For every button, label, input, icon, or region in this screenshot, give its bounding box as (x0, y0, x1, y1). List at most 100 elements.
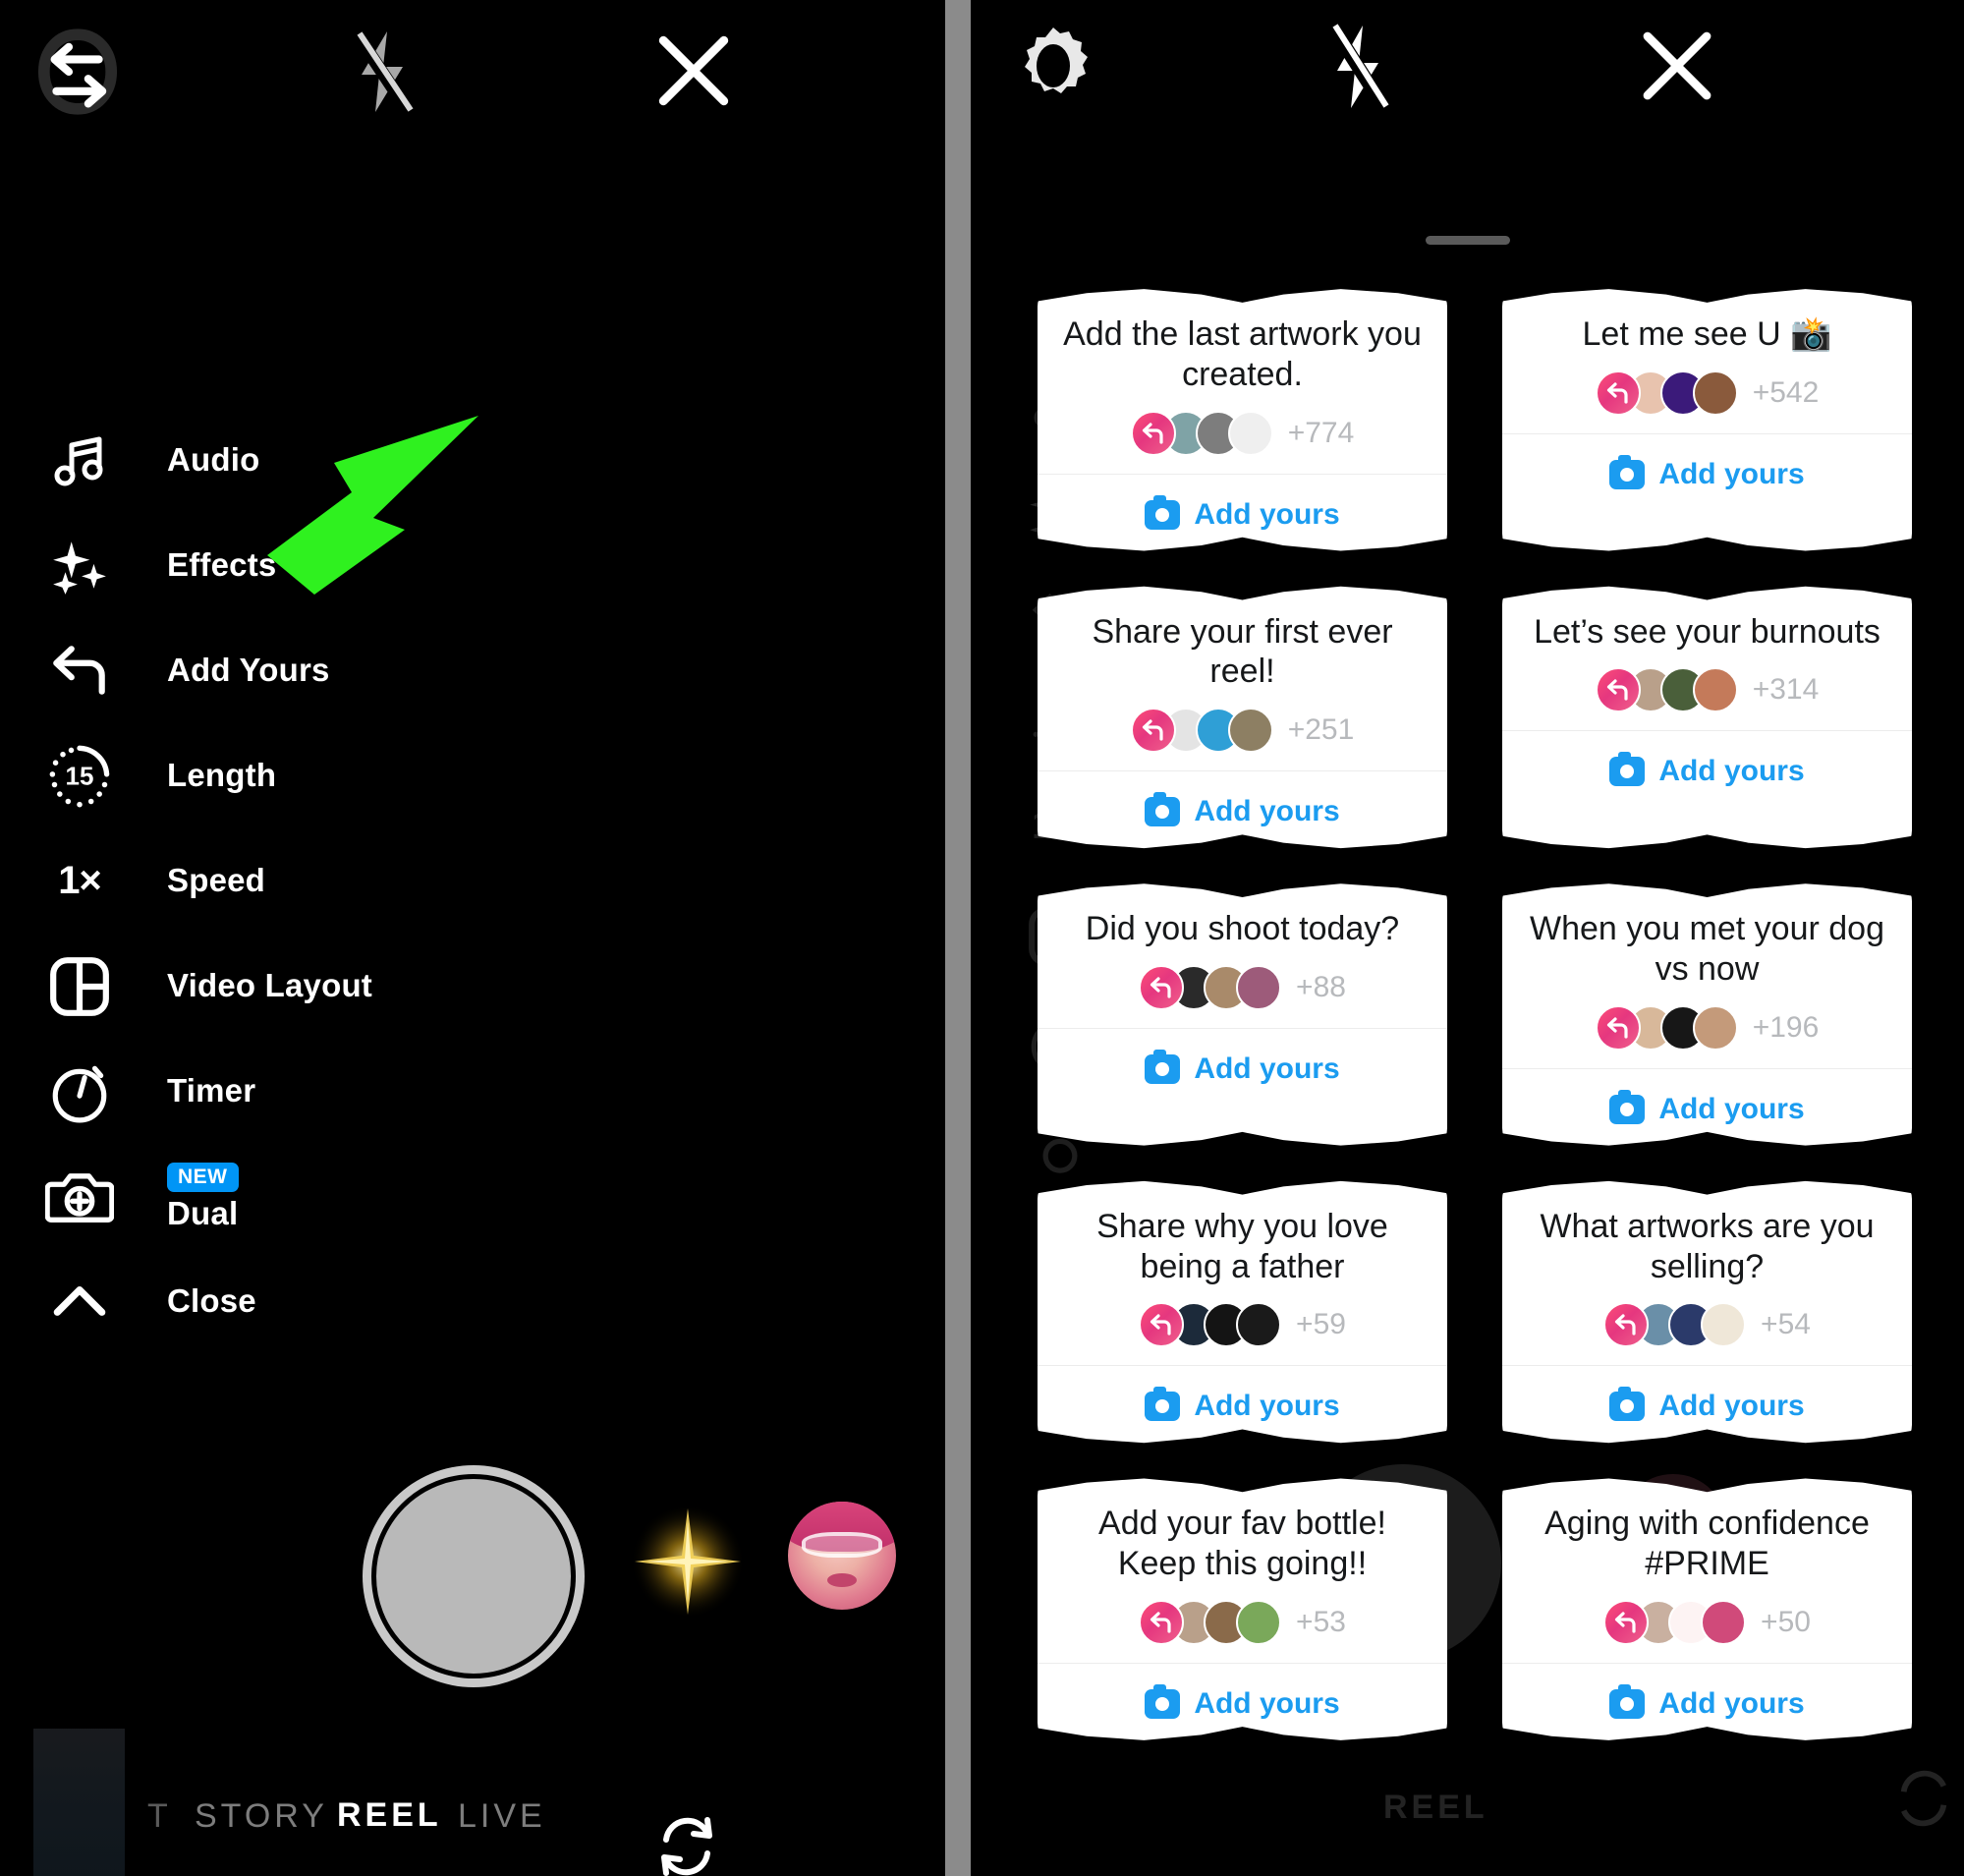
avatar-stack (1139, 1599, 1282, 1645)
close-icon[interactable] (1635, 24, 1719, 108)
ghost-tab-reel: REEL (1383, 1789, 1488, 1826)
tab-story[interactable]: STORY (195, 1797, 328, 1836)
menu-item-label: Length (167, 757, 277, 794)
avatar (1227, 410, 1273, 456)
sheet-drag-handle[interactable] (1425, 236, 1510, 245)
participant-count: +88 (1296, 970, 1346, 1003)
shutter-button[interactable] (371, 1474, 576, 1678)
avatar (1236, 964, 1282, 1010)
menu-item-effects[interactable]: Effects (0, 513, 589, 618)
prompt-card[interactable]: Share why you love being a father +59 Ad… (1038, 1180, 1447, 1444)
music-note-icon (43, 425, 116, 497)
prompt-card[interactable]: Let’s see your burnouts +314 Add yours (1502, 586, 1912, 849)
speed-icon: 1× (43, 845, 116, 918)
prompt-title: What artworks are you selling? (1540, 1207, 1875, 1285)
prompt-title: Share your first ever reel! (1092, 612, 1393, 691)
menu-item-speed[interactable]: 1× Speed (0, 828, 589, 934)
prompt-participants: +196 (1522, 1004, 1892, 1068)
avatar-stack (1139, 964, 1282, 1010)
add-yours-button[interactable]: Add yours (1522, 434, 1892, 515)
gallery-thumbnail[interactable] (788, 1502, 896, 1610)
tab-post-cutoff[interactable]: T (147, 1797, 172, 1836)
prompt-card[interactable]: Aging with confidence #PRIME +50 Add you… (1502, 1478, 1912, 1740)
avatar-stack (1603, 1302, 1747, 1348)
camera-icon (1609, 752, 1646, 787)
prompt-card[interactable]: What artworks are you selling? +54 Add y… (1502, 1180, 1912, 1444)
left-top-bar (0, 0, 945, 147)
menu-item-label: Video Layout (167, 967, 372, 1004)
camera-icon (1145, 1387, 1181, 1422)
close-icon[interactable] (650, 28, 737, 114)
add-yours-prompt-grid: Add the last artwork you created. +774 A… (1038, 285, 1912, 1744)
add-yours-button[interactable]: Add yours (1057, 771, 1428, 848)
menu-item-audio[interactable]: Audio (0, 408, 589, 513)
flash-off-icon[interactable] (1319, 22, 1396, 112)
refresh-icon[interactable] (656, 1816, 717, 1876)
add-yours-label: Add yours (1194, 1390, 1340, 1423)
prompt-card[interactable]: Let me see U 📸 +542 Add yours (1502, 289, 1912, 551)
camera-icon (1609, 454, 1646, 489)
add-yours-button[interactable]: Add yours (1057, 475, 1428, 551)
prompt-card[interactable]: Share your first ever reel! +251 Add you… (1038, 586, 1447, 849)
camera-icon (1609, 1387, 1646, 1422)
menu-item-label: Audio (167, 441, 260, 479)
add-yours-button[interactable]: Add yours (1522, 1664, 1892, 1740)
add-yours-button[interactable]: Add yours (1057, 1366, 1428, 1443)
prompt-card[interactable]: When you met your dog vs now +196 Add yo… (1502, 883, 1912, 1146)
instagram-reels-camera-screenshot: Audio Effects Add Yours 15 Length 1× Spe… (0, 0, 1964, 1876)
avatar-stack (1130, 708, 1273, 754)
avatar (1701, 1302, 1747, 1348)
prompt-title: Add your fav bottle! Keep this going!! (1098, 1505, 1386, 1583)
speed-value: 1× (58, 859, 102, 902)
tab-live[interactable]: LIVE (458, 1797, 546, 1836)
add-yours-button[interactable]: Add yours (1522, 1366, 1892, 1443)
avatar-origin-icon (1595, 1004, 1641, 1051)
length-value: 15 (65, 761, 94, 790)
add-yours-label: Add yours (1658, 1092, 1805, 1125)
add-yours-label: Add yours (1658, 1686, 1805, 1720)
add-yours-label: Add yours (1194, 795, 1340, 828)
avatar (1236, 1599, 1282, 1645)
camera-icon (1145, 1683, 1181, 1719)
add-yours-button[interactable]: Add yours (1522, 731, 1892, 812)
prompt-card[interactable]: Add the last artwork you created. +774 A… (1038, 289, 1447, 551)
prompt-card[interactable]: Did you shoot today? +88 Add yours (1038, 883, 1447, 1146)
menu-item-label: Add Yours (167, 652, 330, 689)
prompt-title: When you met your dog vs now (1530, 910, 1884, 988)
prompt-participants: +54 (1522, 1302, 1892, 1365)
menu-item-length[interactable]: 15 Length (0, 723, 589, 828)
menu-item-label: Close (167, 1282, 256, 1320)
camera-flip-icon[interactable] (33, 28, 122, 116)
prompt-participants: +88 (1057, 964, 1428, 1028)
menu-item-label: Timer (167, 1072, 256, 1109)
right-top-bar (971, 0, 1964, 147)
prompt-participants: +53 (1057, 1599, 1428, 1663)
camera-icon (1145, 792, 1181, 827)
participant-count: +314 (1752, 673, 1820, 707)
camera-icon (1609, 1683, 1646, 1719)
avatar (1236, 1302, 1282, 1348)
menu-item-close[interactable]: Close (0, 1249, 589, 1354)
avatar-stack (1139, 1302, 1282, 1348)
add-yours-button[interactable]: Add yours (1057, 1029, 1428, 1109)
participant-count: +53 (1296, 1605, 1346, 1638)
participant-count: +542 (1752, 375, 1820, 409)
participant-count: +196 (1752, 1010, 1820, 1044)
participant-count: +774 (1287, 416, 1355, 449)
menu-item-video-layout[interactable]: Video Layout (0, 934, 589, 1039)
add-yours-button[interactable]: Add yours (1522, 1069, 1892, 1146)
menu-item-timer[interactable]: Timer (0, 1039, 589, 1144)
reply-arrow-icon (43, 635, 116, 708)
prompt-participants: +542 (1522, 370, 1892, 433)
add-yours-button[interactable]: Add yours (1057, 1664, 1428, 1740)
prompt-participants: +59 (1057, 1302, 1428, 1365)
flash-off-icon[interactable] (344, 28, 421, 116)
length-dial-icon: 15 (43, 740, 116, 813)
tab-reel[interactable]: REEL (337, 1796, 442, 1835)
effects-star-icon[interactable] (627, 1501, 749, 1622)
prompt-card[interactable]: Add your fav bottle! Keep this going!! +… (1038, 1478, 1447, 1740)
menu-item-dual[interactable]: NEW Dual (0, 1144, 589, 1249)
prompt-participants: +50 (1522, 1599, 1892, 1663)
gear-icon[interactable] (1011, 24, 1095, 108)
menu-item-add-yours[interactable]: Add Yours (0, 618, 589, 723)
